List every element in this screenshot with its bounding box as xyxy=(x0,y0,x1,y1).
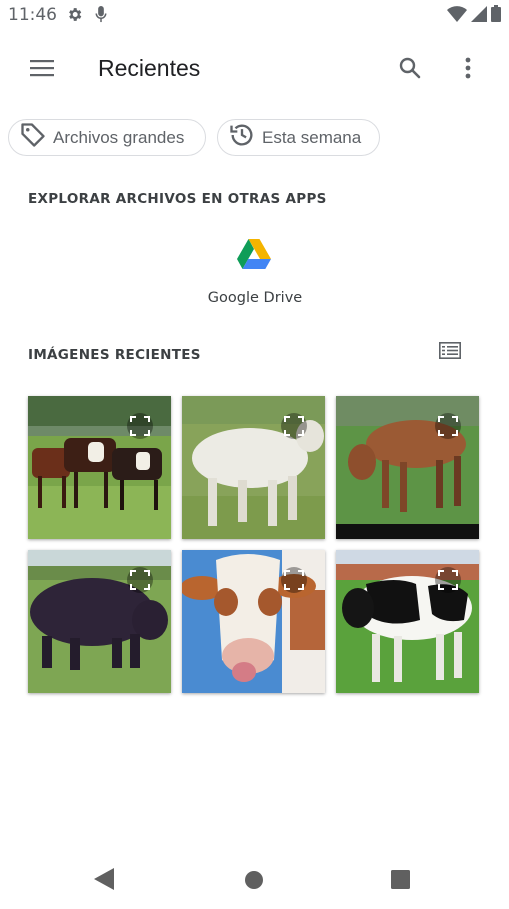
system-nav-bar xyxy=(0,850,509,909)
gear-icon xyxy=(66,6,83,28)
signal-icon xyxy=(471,5,487,27)
image-thumbnail[interactable] xyxy=(336,550,479,693)
list-view-button[interactable] xyxy=(434,339,466,367)
expand-icon xyxy=(127,567,153,593)
more-options-button[interactable] xyxy=(448,50,488,90)
more-vert-icon xyxy=(465,57,471,84)
image-thumbnail[interactable] xyxy=(182,550,325,693)
history-icon xyxy=(228,121,256,154)
list-view-icon xyxy=(439,342,461,364)
chip-this-week-label: Esta semana xyxy=(262,127,362,147)
expand-icon xyxy=(435,413,461,439)
google-drive-app[interactable]: Google Drive xyxy=(203,235,307,315)
search-button[interactable] xyxy=(390,50,430,90)
recents-icon[interactable] xyxy=(391,870,411,895)
tag-icon xyxy=(19,121,47,154)
chip-this-week[interactable]: Esta semana xyxy=(217,119,380,156)
expand-icon xyxy=(127,413,153,439)
expand-icon xyxy=(281,567,307,593)
app-bar: Recientes xyxy=(0,40,509,100)
home-icon[interactable] xyxy=(244,870,264,895)
recent-images-section-title: IMÁGENES RECIENTES xyxy=(28,347,201,363)
google-drive-label: Google Drive xyxy=(207,290,303,306)
chip-large-files[interactable]: Archivos grandes xyxy=(8,119,206,156)
search-icon xyxy=(398,56,422,85)
chip-large-files-label: Archivos grandes xyxy=(53,127,185,147)
back-icon[interactable] xyxy=(94,868,114,895)
expand-icon xyxy=(281,413,307,439)
menu-button[interactable] xyxy=(22,50,62,90)
menu-icon xyxy=(30,59,54,82)
status-bar: 11:46 xyxy=(0,0,509,30)
expand-icon xyxy=(435,567,461,593)
image-thumbnail[interactable] xyxy=(336,396,479,539)
status-time: 11:46 xyxy=(8,5,57,25)
mic-icon xyxy=(95,6,107,28)
google-drive-icon xyxy=(237,239,271,274)
page-title: Recientes xyxy=(98,55,201,81)
wifi-icon xyxy=(447,5,467,27)
image-thumbnail[interactable] xyxy=(182,396,325,539)
battery-icon xyxy=(491,5,501,27)
explore-section-title: EXPLORAR ARCHIVOS EN OTRAS APPS xyxy=(28,191,327,207)
image-thumbnail[interactable] xyxy=(28,550,171,693)
image-thumbnail[interactable] xyxy=(28,396,171,539)
